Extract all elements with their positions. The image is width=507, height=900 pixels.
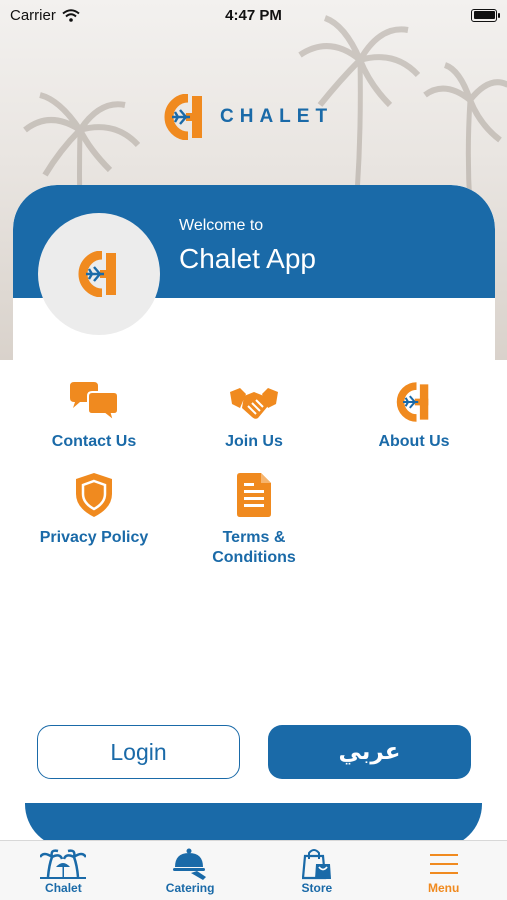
menu-item-label: Join Us	[225, 433, 283, 450]
chat-bubbles-icon	[70, 382, 119, 422]
menu-item-about-us[interactable]: About Us	[334, 376, 494, 452]
menu-item-label: About Us	[378, 433, 450, 450]
tab-label: Store	[301, 881, 333, 895]
tab-bar: Chalet Catering Store Menu	[0, 840, 507, 900]
tab-menu[interactable]: Menu	[380, 841, 507, 900]
menu-item-label: Privacy Policy	[39, 529, 149, 546]
tab-catering[interactable]: Catering	[127, 841, 254, 900]
welcome-title: Chalet App	[179, 243, 316, 274]
avatar[interactable]	[38, 213, 160, 335]
handshake-icon	[230, 388, 278, 419]
cloche-icon	[173, 848, 207, 880]
tab-label: Catering	[165, 881, 215, 895]
brand-name: CHALET	[220, 106, 334, 127]
menu-item-join-us[interactable]: Join Us	[174, 376, 334, 452]
status-bar: Carrier 4:47 PM	[0, 0, 507, 30]
menu-item-contact-us[interactable]: Contact Us	[14, 376, 174, 452]
menu-item-terms-conditions[interactable]: Terms & Conditions	[174, 472, 334, 568]
language-toggle-button[interactable]: عربي	[268, 725, 471, 779]
tab-label: Menu	[427, 881, 460, 895]
tab-chalet[interactable]: Chalet	[0, 841, 127, 900]
menu-item-label: Terms & Conditions	[212, 529, 296, 566]
welcome-subtitle: Welcome to	[179, 217, 264, 234]
document-icon	[237, 473, 271, 517]
beach-icon	[40, 849, 87, 879]
hamburger-menu-icon	[429, 854, 458, 874]
status-time: 4:47 PM	[225, 6, 282, 24]
chalet-logo-icon	[164, 94, 202, 140]
shield-icon	[76, 473, 112, 517]
menu-item-privacy-policy[interactable]: Privacy Policy	[14, 472, 174, 548]
chalet-logo-icon	[396, 382, 429, 422]
login-button[interactable]: Login	[37, 725, 240, 779]
menu-item-label: Contact Us	[51, 433, 137, 450]
tab-store[interactable]: Store	[254, 841, 381, 900]
brand-logo: CHALET	[160, 94, 333, 140]
chalet-logo-icon	[78, 251, 116, 297]
shopping-bag-icon	[301, 849, 331, 880]
battery-icon	[471, 8, 500, 22]
tab-label: Chalet	[45, 881, 82, 895]
